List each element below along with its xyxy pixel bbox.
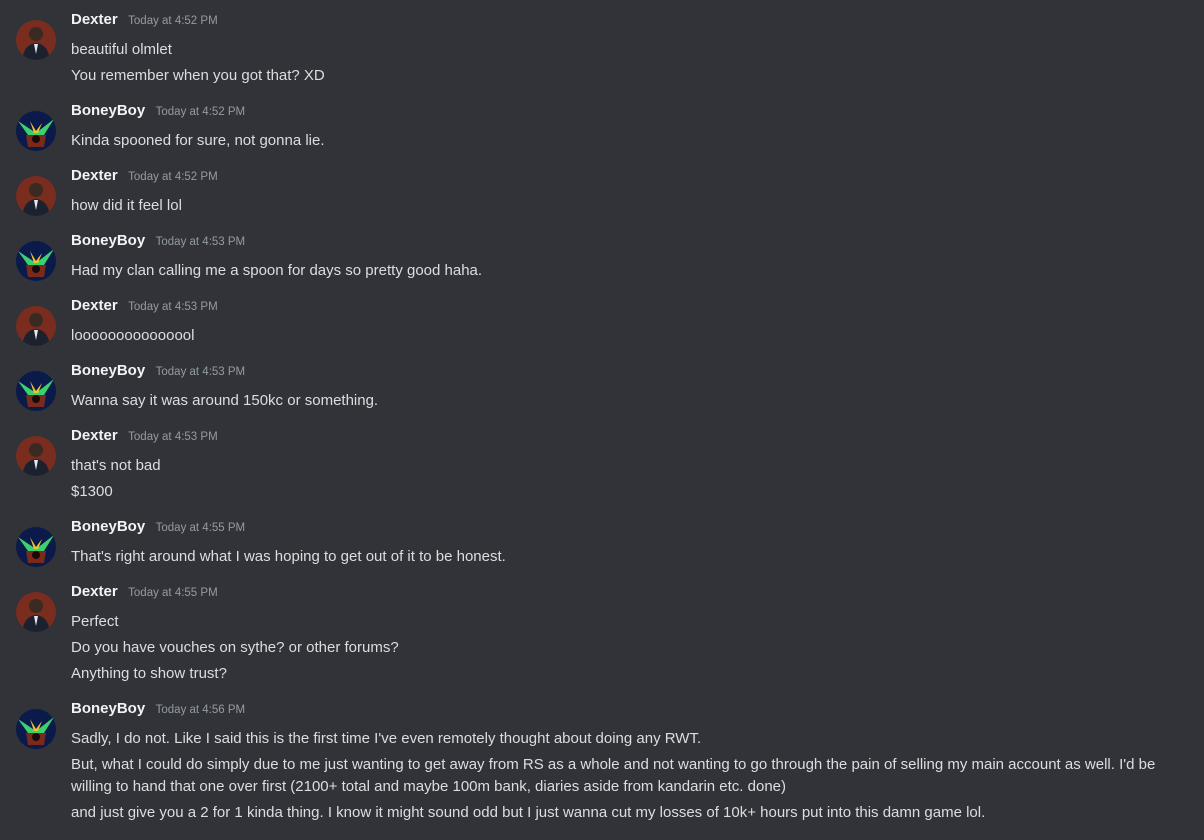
username[interactable]: Dexter [71,11,118,28]
person-avatar-icon [16,436,56,476]
message-text: and just give you a 2 for 1 kinda thing.… [71,804,986,821]
boneyboy-avatar[interactable] [16,371,56,411]
timestamp: Today at 4:53 PM [128,301,218,313]
boneyboy-avatar[interactable] [16,241,56,281]
message-header: BoneyBoy Today at 4:56 PM [71,700,245,722]
message-text: That's right around what I was hoping to… [71,548,506,565]
person-avatar-icon [16,306,56,346]
message-text: Perfect [71,613,119,630]
timestamp: Today at 4:56 PM [155,704,246,716]
message-text: Wanna say it was around 150kc or somethi… [71,392,379,409]
timestamp: Today at 4:52 PM [128,15,218,27]
dexter-avatar[interactable] [16,20,56,60]
timestamp: Today at 4:53 PM [155,366,246,378]
game-character-avatar-icon [16,709,56,749]
username[interactable]: BoneyBoy [71,700,145,717]
message-header: BoneyBoy Today at 4:52 PM [71,102,245,124]
message-text: Anything to show trust? [71,665,227,682]
message-text: Do you have vouches on sythe? or other f… [71,639,399,656]
message-text: beautiful olmlet [71,41,172,58]
username[interactable]: BoneyBoy [71,518,145,535]
message-text: how did it feel lol [71,197,182,214]
timestamp: Today at 4:55 PM [128,587,218,599]
username[interactable]: BoneyBoy [71,232,145,249]
username[interactable]: Dexter [71,167,118,184]
message-text: looooooooooooool [71,327,195,344]
boneyboy-avatar[interactable] [16,111,56,151]
message-header: Dexter Today at 4:52 PM [71,11,218,33]
message-text: Sadly, I do not. Like I said this is the… [71,730,702,747]
game-character-avatar-icon [16,527,56,567]
message-header: BoneyBoy Today at 4:53 PM [71,232,245,254]
message-text: You remember when you got that? XD [71,67,325,84]
timestamp: Today at 4:55 PM [155,522,246,534]
message-text: that's not bad [71,457,161,474]
timestamp: Today at 4:53 PM [155,236,246,248]
timestamp: Today at 4:52 PM [128,171,218,183]
message-header: Dexter Today at 4:53 PM [71,297,218,319]
dexter-avatar[interactable] [16,176,56,216]
person-avatar-icon [16,592,56,632]
boneyboy-avatar[interactable] [16,527,56,567]
person-avatar-icon [16,20,56,60]
boneyboy-avatar[interactable] [16,709,56,749]
username[interactable]: Dexter [71,427,118,444]
message-text: $1300 [71,483,113,500]
game-character-avatar-icon [16,371,56,411]
username[interactable]: BoneyBoy [71,102,145,119]
message-header: Dexter Today at 4:52 PM [71,167,218,189]
message-header: BoneyBoy Today at 4:53 PM [71,362,245,384]
dexter-avatar[interactable] [16,306,56,346]
message-text: Kinda spooned for sure, not gonna lie. [71,132,325,149]
message-list: Dexter Today at 4:52 PM beautiful olmlet… [0,0,1204,840]
timestamp: Today at 4:53 PM [128,431,218,443]
person-avatar-icon [16,176,56,216]
username[interactable]: Dexter [71,583,118,600]
username[interactable]: BoneyBoy [71,362,145,379]
game-character-avatar-icon [16,241,56,281]
message-header: Dexter Today at 4:53 PM [71,427,218,449]
message-header: BoneyBoy Today at 4:55 PM [71,518,245,540]
dexter-avatar[interactable] [16,592,56,632]
dexter-avatar[interactable] [16,436,56,476]
timestamp: Today at 4:52 PM [155,106,246,118]
message-text: Had my clan calling me a spoon for days … [71,262,483,279]
message-text: But, what I could do simply due to me ju… [71,756,1156,795]
message-header: Dexter Today at 4:55 PM [71,583,218,605]
game-character-avatar-icon [16,111,56,151]
username[interactable]: Dexter [71,297,118,314]
